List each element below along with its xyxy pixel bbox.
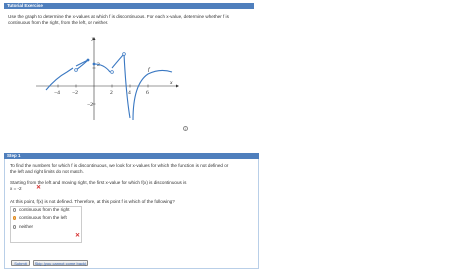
tutorial-header: Tutorial Exercise: [4, 3, 254, 9]
info-icon[interactable]: i: [183, 126, 188, 131]
curve-segment-4: [111, 53, 125, 69]
y-axis-label: y: [91, 36, 95, 42]
open-point-neg2: [74, 68, 78, 72]
tutorial-title: Tutorial Exercise: [7, 3, 43, 8]
tick-label-x-6: 6: [146, 90, 149, 96]
tick-label-x-4: 4: [128, 90, 131, 96]
curve-segment-1: [45, 67, 74, 91]
tick-label-x-neg4: −4: [54, 90, 60, 96]
step-hint: To find the numbers for which f is disco…: [10, 163, 260, 175]
submit-button[interactable]: Submit: [11, 260, 30, 266]
function-graph: −4 −2 2 4 6 2 −2 y x f: [36, 34, 186, 122]
intro-text: Use the graph to determine the x-values …: [8, 14, 278, 26]
step-title: Step 1: [7, 153, 21, 158]
x-axis-label: x: [169, 80, 173, 86]
x-axis-arrow-icon: [176, 84, 179, 88]
function-label: f: [148, 66, 151, 73]
open-point-2: [110, 70, 114, 74]
incorrect-x-icon: ✕: [36, 185, 42, 191]
tick-label-x-2: 2: [110, 90, 113, 96]
intro-line-2: continuous from the right, from the left…: [8, 20, 109, 25]
option-label: continuous from the left: [19, 215, 67, 220]
curve-segment-6: [132, 69, 173, 121]
tick-label-y-neg2: −2: [87, 102, 93, 108]
question-text: At this point, f(x) is not defined. Ther…: [10, 199, 175, 204]
graph-svg: −4 −2 2 4 6 2 −2 y x f: [36, 36, 179, 121]
closed-point-a: [86, 58, 90, 62]
option-label: neither: [19, 224, 34, 229]
hint-line-2: the left and right limits do not match.: [10, 169, 84, 174]
option-label: continuous from the right: [19, 207, 70, 212]
incorrect-x-icon: ✕: [75, 233, 81, 239]
skip-button[interactable]: Skip (you cannot come back): [33, 260, 88, 266]
tick-label-x-neg2: −2: [72, 90, 78, 96]
open-point-3: [122, 52, 126, 56]
closed-point-b: [92, 62, 96, 66]
